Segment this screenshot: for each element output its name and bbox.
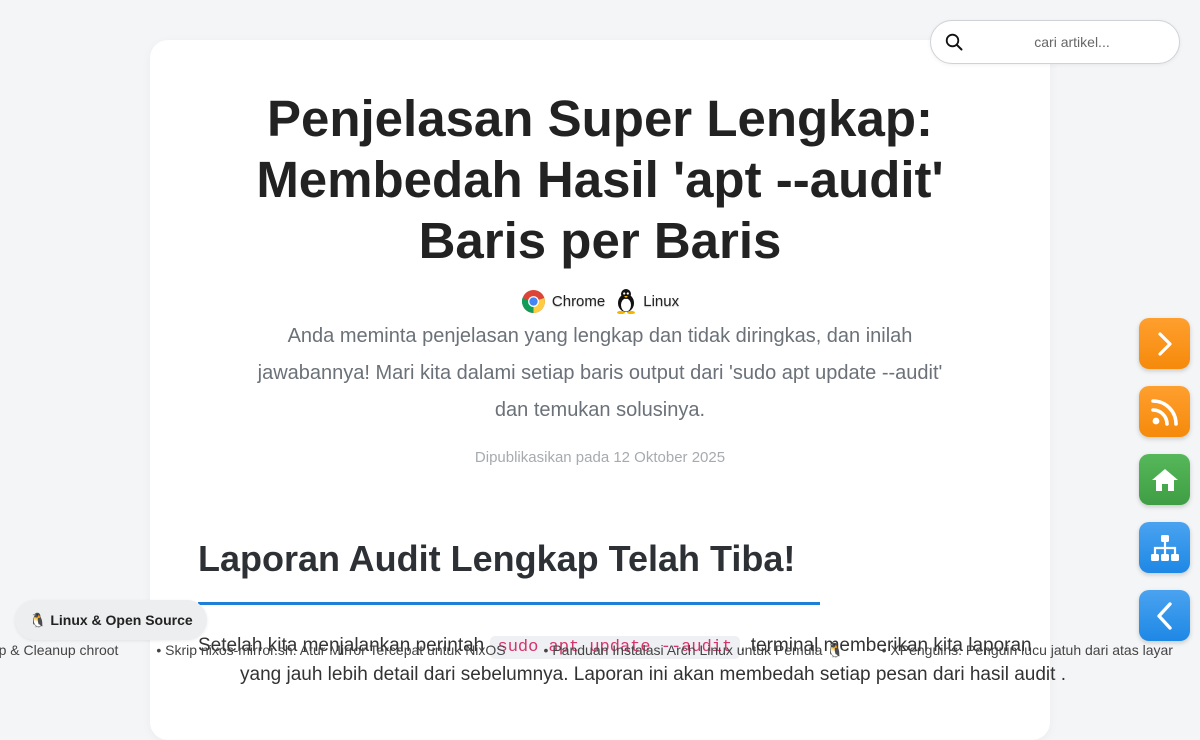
publish-date: Dipublikasikan pada 12 Oktober 2025 [474, 449, 726, 466]
article-tags: Chrome Linux [0, 288, 1200, 314]
article-title-line-3: Baris per Baris [418, 212, 782, 269]
article-description: Anda meminta penjelasan yang lengkap dan… [257, 325, 943, 421]
next-button[interactable] [1139, 318, 1190, 369]
article-title: Penjelasan Super Lengkap: Membedah Hasil… [0, 88, 1200, 271]
search-box[interactable] [930, 20, 1180, 64]
article-title-line-2: Membedah Hasil 'apt --audit' [256, 151, 944, 208]
section-heading: Laporan Audit Lengkap Telah Tiba! [198, 538, 796, 579]
home-button[interactable] [1139, 454, 1190, 505]
tag-chrome[interactable]: Chrome [521, 289, 605, 314]
tag-linux[interactable]: Linux [615, 288, 679, 314]
back-button[interactable] [1139, 590, 1190, 641]
tag-label: Chrome [551, 292, 606, 310]
search-icon [945, 33, 963, 51]
ticker-badge: 🐧 Linux & Open Source [15, 600, 207, 640]
search-input[interactable] [975, 27, 1169, 57]
sitemap-icon [1150, 534, 1179, 561]
tux-penguin-icon [617, 289, 636, 314]
ticker-item[interactable]: XPenguins: Penguin lucu jatuh dari atas … [882, 642, 1173, 658]
home-icon [1151, 468, 1178, 491]
chevron-left-icon [1156, 601, 1172, 630]
rss-button[interactable] [1139, 386, 1190, 437]
rss-icon [1150, 398, 1178, 426]
chrome-icon [521, 289, 545, 313]
ticker-item[interactable]: Panduan Instalasi Arch Linux untuk Pemul… [544, 642, 843, 659]
article-title-line-1: Penjelasan Super Lengkap: [266, 90, 934, 147]
ticker-item[interactable]: Skrip Setup & Cleanup chroot [0, 642, 118, 658]
paragraph-continuation: yang jauh lebih detail dari sebelumnya. … [240, 664, 1066, 685]
heading-underline [198, 602, 820, 605]
sitemap-button[interactable] [1139, 522, 1190, 573]
tag-label: Linux [643, 292, 680, 310]
ticker-track: Skrip Setup & Cleanup chroot Skrip nixos… [0, 642, 1200, 659]
ticker-item[interactable]: Skrip nixos-mirror.sh: Atur Mirror Terce… [156, 642, 506, 658]
news-ticker: Skrip Setup & Cleanup chroot Skrip nixos… [0, 640, 1200, 662]
chevron-right-icon [1157, 331, 1172, 356]
